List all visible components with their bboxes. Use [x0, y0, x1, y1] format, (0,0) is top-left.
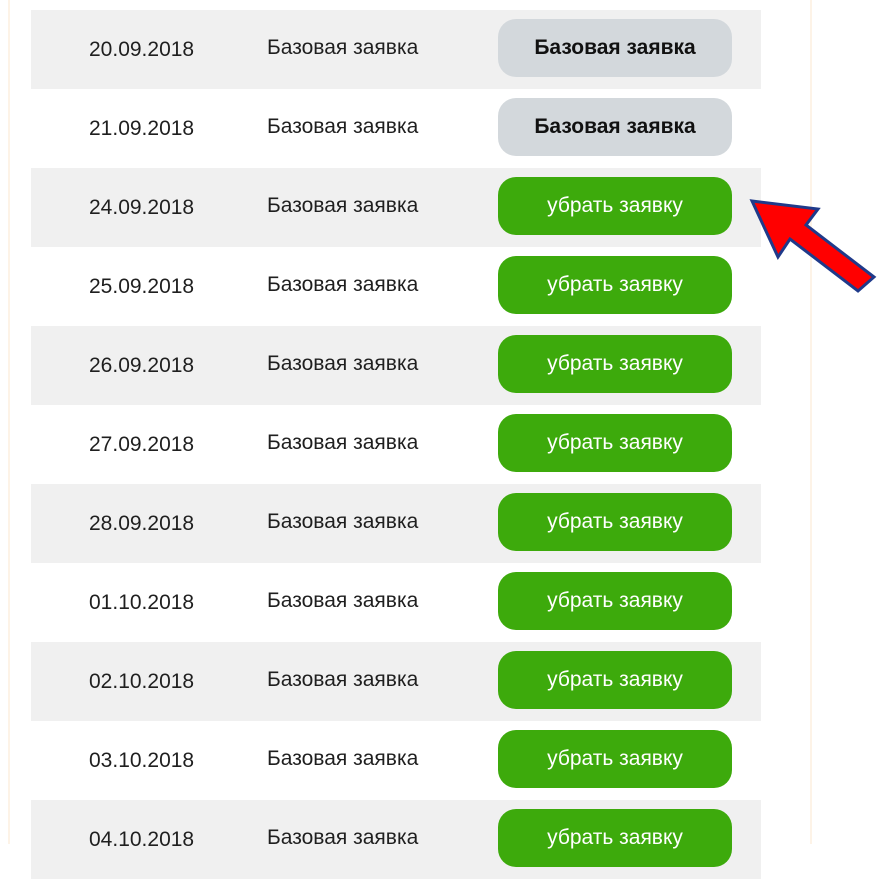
list-row: 02.10.2018 Базовая заявка убрать заявку: [31, 642, 761, 721]
base-application-button[interactable]: Базовая заявка: [498, 98, 732, 156]
remove-application-button[interactable]: убрать заявку: [498, 651, 732, 709]
row-type: Базовая заявка: [267, 273, 419, 296]
row-type: Базовая заявка: [267, 431, 419, 454]
row-date: 03.10.2018: [89, 749, 195, 772]
row-date: 24.09.2018: [89, 196, 195, 219]
remove-application-button[interactable]: убрать заявку: [498, 809, 732, 867]
content-frame: 20.09.2018 Базовая заявка Базовая заявка…: [8, 0, 812, 879]
row-date: 20.09.2018: [89, 38, 195, 61]
base-application-button[interactable]: Базовая заявка: [498, 19, 732, 77]
row-date: 25.09.2018: [89, 275, 195, 298]
row-type: Базовая заявка: [267, 352, 419, 375]
row-date: 21.09.2018: [89, 117, 195, 140]
row-type: Базовая заявка: [267, 826, 419, 849]
row-date: 26.09.2018: [89, 354, 195, 377]
row-type: Базовая заявка: [267, 747, 419, 770]
list-row: 28.09.2018 Базовая заявка убрать заявку: [31, 484, 761, 563]
row-date: 04.10.2018: [89, 828, 195, 851]
remove-application-button[interactable]: убрать заявку: [498, 572, 732, 630]
row-type: Базовая заявка: [267, 589, 419, 612]
remove-application-button[interactable]: убрать заявку: [498, 493, 732, 551]
remove-application-button[interactable]: убрать заявку: [498, 177, 732, 235]
red-arrow-icon: [749, 199, 877, 293]
list-row: 21.09.2018 Базовая заявка Базовая заявка: [31, 89, 761, 168]
list-row: 20.09.2018 Базовая заявка Базовая заявка: [31, 10, 761, 89]
list-row: 01.10.2018 Базовая заявка убрать заявку: [31, 563, 761, 642]
remove-application-button[interactable]: убрать заявку: [498, 730, 732, 788]
remove-application-button[interactable]: убрать заявку: [498, 256, 732, 314]
row-date: 02.10.2018: [89, 670, 195, 693]
remove-application-button[interactable]: убрать заявку: [498, 335, 732, 393]
list-row: 25.09.2018 Базовая заявка убрать заявку: [31, 247, 761, 326]
row-date: 01.10.2018: [89, 591, 195, 614]
list-row: 03.10.2018 Базовая заявка убрать заявку: [31, 721, 761, 800]
row-date: 27.09.2018: [89, 433, 195, 456]
row-type: Базовая заявка: [267, 115, 419, 138]
list-row: 27.09.2018 Базовая заявка убрать заявку: [31, 405, 761, 484]
row-type: Базовая заявка: [267, 510, 419, 533]
list-row: 26.09.2018 Базовая заявка убрать заявку: [31, 326, 761, 405]
row-type: Базовая заявка: [267, 36, 419, 59]
application-list: 20.09.2018 Базовая заявка Базовая заявка…: [31, 10, 761, 879]
row-type: Базовая заявка: [267, 194, 419, 217]
row-date: 28.09.2018: [89, 512, 195, 535]
list-row: 24.09.2018 Базовая заявка убрать заявку: [31, 168, 761, 247]
row-type: Базовая заявка: [267, 668, 419, 691]
list-row: 04.10.2018 Базовая заявка убрать заявку: [31, 800, 761, 879]
remove-application-button[interactable]: убрать заявку: [498, 414, 732, 472]
